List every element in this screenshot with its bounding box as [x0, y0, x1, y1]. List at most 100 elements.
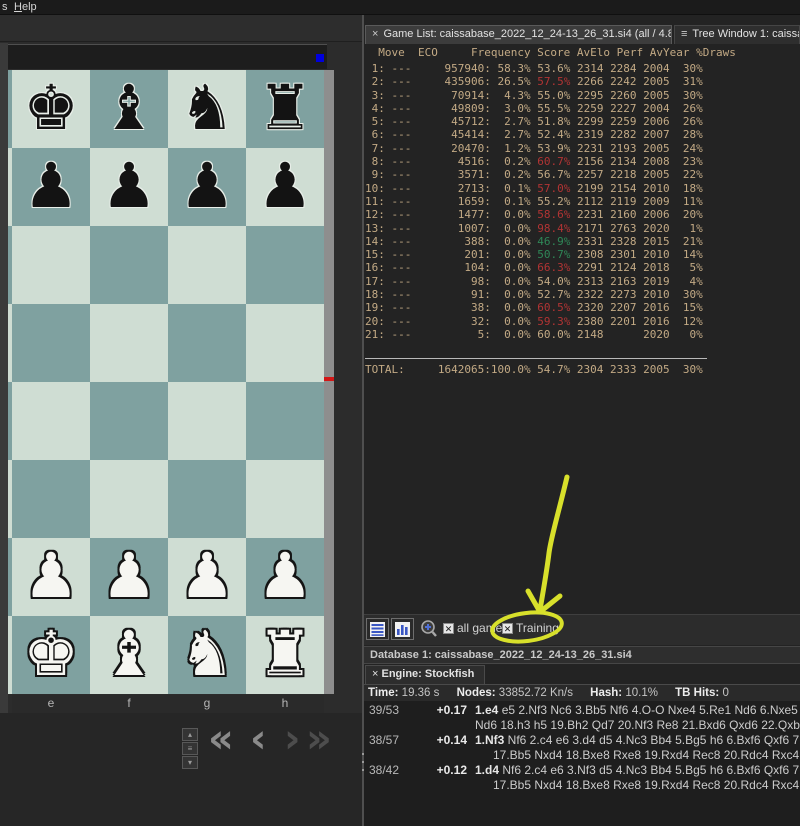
board-square[interactable]: ♟: [90, 148, 168, 226]
tree-row[interactable]: 17: --- 98: 0.0% 54.0% 2313 2163 2019 4%: [365, 275, 703, 288]
menu-item-partial[interactable]: s: [2, 1, 8, 13]
chess-piece[interactable]: ♟: [101, 539, 157, 612]
chess-piece[interactable]: ♟: [257, 539, 313, 612]
tree-row[interactable]: 1: --- 957940: 58.3% 53.6% 2314 2284 200…: [365, 62, 703, 75]
board-square[interactable]: [12, 460, 90, 538]
board-square[interactable]: ♟: [246, 148, 324, 226]
chess-board[interactable]: ♛♚♝♞♜♟♟♟♟♟♟♟♟♟♟♛♚♝♞♜: [8, 70, 324, 694]
chess-piece[interactable]: ♟: [179, 149, 235, 222]
hash-label: Hash:: [590, 687, 622, 699]
chess-piece[interactable]: ♟: [23, 539, 79, 612]
chess-piece[interactable]: ♟: [257, 149, 313, 222]
board-square[interactable]: [168, 226, 246, 304]
chess-piece[interactable]: ♜: [257, 617, 313, 690]
board-square[interactable]: ♚: [12, 70, 90, 148]
tree-row[interactable]: 10: --- 2713: 0.1% 57.0% 2199 2154 2010 …: [365, 182, 703, 195]
tree-total-row: TOTAL: 1642065:100.0% 54.7% 2304 2333 20…: [365, 363, 703, 377]
board-square[interactable]: [90, 304, 168, 382]
tree-row[interactable]: 11: --- 1659: 0.1% 55.2% 2112 2119 2009 …: [365, 195, 703, 208]
go-previous-move-button[interactable]: ‹: [250, 715, 266, 763]
board-square[interactable]: ♟: [90, 538, 168, 616]
zoom-button[interactable]: [417, 618, 440, 640]
board-square[interactable]: [90, 226, 168, 304]
board-square[interactable]: [246, 382, 324, 460]
board-square[interactable]: ♟: [12, 148, 90, 226]
close-icon[interactable]: ×: [372, 668, 378, 680]
board-square[interactable]: [246, 304, 324, 382]
board-square[interactable]: ♟: [246, 538, 324, 616]
tree-row[interactable]: 3: --- 70914: 4.3% 55.0% 2295 2260 2005 …: [365, 89, 703, 102]
tree-row[interactable]: 16: --- 104: 0.0% 66.3% 2291 2124 2018 5…: [365, 261, 703, 274]
mini-down-button[interactable]: ▾: [182, 756, 198, 769]
board-square[interactable]: [12, 226, 90, 304]
chess-piece[interactable]: ♝: [101, 71, 157, 144]
board-square[interactable]: ♟: [168, 538, 246, 616]
board-square[interactable]: [12, 382, 90, 460]
board-square[interactable]: [168, 304, 246, 382]
checkbox-checked-icon[interactable]: ✕: [443, 623, 454, 634]
mini-up-button[interactable]: ▴: [182, 728, 198, 741]
tab-game-list[interactable]: ×Game List: caissabase_2022_12_24-13_26_…: [365, 25, 672, 44]
tree-row[interactable]: 21: --- 5: 0.0% 60.0% 2148 2020 0%: [365, 328, 703, 341]
chess-piece[interactable]: ♚: [23, 71, 79, 144]
chess-piece[interactable]: ♜: [257, 71, 313, 144]
chess-piece[interactable]: ♝: [101, 617, 157, 690]
tree-row[interactable]: 4: --- 49809: 3.0% 55.5% 2259 2227 2004 …: [365, 102, 703, 115]
board-square[interactable]: [168, 382, 246, 460]
engine-variation-row[interactable]: 38/42+0.121.d4 Nf6 2.c4 e6 3.Nf3 d5 4.Nc…: [364, 763, 800, 778]
board-square[interactable]: [168, 460, 246, 538]
tree-row[interactable]: 9: --- 3571: 0.2% 56.7% 2257 2218 2005 2…: [365, 168, 703, 181]
board-scrollbar[interactable]: [324, 70, 334, 694]
board-square[interactable]: [90, 460, 168, 538]
list-view-button[interactable]: [366, 618, 389, 640]
board-square[interactable]: [90, 382, 168, 460]
chess-piece[interactable]: ♚: [23, 617, 79, 690]
tree-row[interactable]: 14: --- 388: 0.0% 46.9% 2331 2328 2015 2…: [365, 235, 703, 248]
training-checkbox[interactable]: ✕ Training: [502, 621, 559, 635]
tab-tree-window[interactable]: ≡Tree Window 1: caissabas: [674, 25, 800, 44]
all-games-checkbox[interactable]: ✕ all games: [443, 621, 508, 635]
chess-piece[interactable]: ♞: [179, 71, 235, 144]
board-square[interactable]: ♞: [168, 70, 246, 148]
board-square[interactable]: [12, 304, 90, 382]
board-square[interactable]: ♟: [12, 538, 90, 616]
tree-row[interactable]: 20: --- 32: 0.0% 59.3% 2380 2201 2016 12…: [365, 315, 703, 328]
tree-row[interactable]: 15: --- 201: 0.0% 50.7% 2308 2301 2010 1…: [365, 248, 703, 261]
go-next-move-button[interactable]: ›: [284, 715, 300, 763]
tab-engine-stockfish[interactable]: × Engine: Stockfish: [365, 665, 485, 684]
chess-piece[interactable]: ♟: [101, 149, 157, 222]
tree-row[interactable]: 19: --- 38: 0.0% 60.5% 2320 2207 2016 15…: [365, 301, 703, 314]
score-value: 53.9%: [531, 142, 571, 155]
engine-variation-row[interactable]: 38/57+0.141.Nf3 Nf6 2.c4 e6 3.d4 d5 4.Nc…: [364, 733, 800, 748]
board-square[interactable]: [246, 460, 324, 538]
board-square[interactable]: ♜: [246, 70, 324, 148]
chess-piece[interactable]: ♞: [179, 617, 235, 690]
chess-piece[interactable]: ♟: [179, 539, 235, 612]
app-window: s Help ♛♚♝♞♜♟♟♟♟♟♟♟♟♟♟♛♚♝♞♜ efgh ▴ ≡ ▾ «…: [0, 0, 800, 826]
hamburger-icon[interactable]: ≡: [681, 28, 687, 40]
board-square[interactable]: ♚: [12, 616, 90, 694]
tree-row[interactable]: 13: --- 1007: 0.0% 98.4% 2171 2763 2020 …: [365, 222, 703, 235]
tree-row[interactable]: 12: --- 1477: 0.0% 58.6% 2231 2160 2006 …: [365, 208, 703, 221]
board-square[interactable]: ♝: [90, 616, 168, 694]
board-square[interactable]: [246, 226, 324, 304]
engine-variation-row[interactable]: 39/53+0.171.e4 e5 2.Nf3 Nc6 3.Bb5 Nf6 4.…: [364, 703, 800, 718]
close-icon[interactable]: ×: [372, 28, 378, 40]
go-first-move-button[interactable]: «: [208, 715, 234, 763]
board-square[interactable]: ♟: [168, 148, 246, 226]
chess-piece[interactable]: ♟: [23, 149, 79, 222]
board-square[interactable]: ♝: [90, 70, 168, 148]
tree-row[interactable]: 2: --- 435906: 26.5% 57.5% 2266 2242 200…: [365, 75, 703, 88]
tree-row[interactable]: 18: --- 91: 0.0% 52.7% 2322 2273 2010 30…: [365, 288, 703, 301]
chart-view-button[interactable]: [391, 618, 414, 640]
mini-list-button[interactable]: ≡: [182, 742, 198, 755]
tree-row[interactable]: 7: --- 20470: 1.2% 53.9% 2231 2193 2005 …: [365, 142, 703, 155]
tree-row[interactable]: 6: --- 45414: 2.7% 52.4% 2319 2282 2007 …: [365, 128, 703, 141]
tree-row[interactable]: 8: --- 4516: 0.2% 60.7% 2156 2134 2008 2…: [365, 155, 703, 168]
tree-row[interactable]: 5: --- 45712: 2.7% 51.8% 2299 2259 2006 …: [365, 115, 703, 128]
checkbox-checked-icon[interactable]: ✕: [502, 623, 513, 634]
go-last-move-button[interactable]: »: [306, 715, 332, 763]
menu-item-help[interactable]: Help: [14, 1, 37, 13]
board-square[interactable]: ♞: [168, 616, 246, 694]
board-square[interactable]: ♜: [246, 616, 324, 694]
